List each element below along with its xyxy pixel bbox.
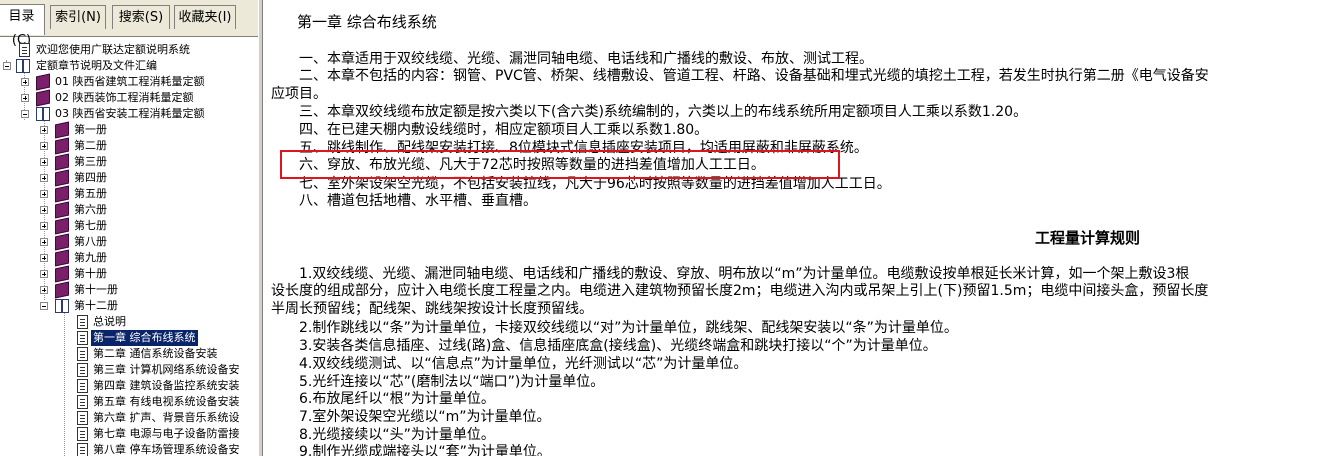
tree-item-volume-10[interactable]: 第十册	[0, 265, 258, 283]
content-pane: 第一章 综合布线系统 一、本章适用于双绞线缆、光缆、漏泄同轴电缆、电话线和广播线…	[263, 0, 1323, 456]
note-line: 一、本章适用于双绞线缆、光缆、漏泄同轴电缆、电话线和广播线的敷设、布放、测试工程…	[299, 51, 873, 67]
collapse-icon[interactable]	[3, 62, 11, 70]
expand-icon[interactable]	[40, 142, 48, 150]
tree-item-volume-4[interactable]: 第四册	[0, 169, 258, 187]
tree-item-02[interactable]: 02 陕西装饰工程消耗量定额	[0, 89, 258, 107]
closed-book-icon	[55, 185, 69, 203]
document-icon	[77, 363, 88, 377]
tab-favorites[interactable]: 收藏夹(I)	[174, 5, 236, 29]
document-icon	[77, 315, 88, 329]
rule-line: 2.制作跳线以“条”为计量单位，卡接双绞线缆以“对”为计量单位，跳线架、配线架安…	[299, 320, 958, 336]
rule-line: 6.布放尾纤以“根”为计量单位。	[299, 391, 495, 407]
navigation-pane: 目录(C) 索引(N) 搜索(S) 收藏夹(I) 欢迎您使用广联达定额说明系统 …	[0, 0, 258, 456]
tree-item-01[interactable]: 01 陕西省建筑工程消耗量定额	[0, 73, 258, 91]
tree-item-volume-12[interactable]: 第十二册	[0, 298, 258, 314]
expand-icon[interactable]	[40, 190, 48, 198]
expand-icon[interactable]	[40, 158, 48, 166]
document-icon	[77, 443, 88, 456]
tree-item-chapter-7[interactable]: 第七章 电源与电子设备防雷接	[0, 426, 258, 442]
closed-book-icon	[36, 73, 50, 91]
tree-item-volume-1[interactable]: 第一册	[0, 121, 258, 139]
open-book-icon	[55, 299, 69, 313]
expand-icon[interactable]	[21, 78, 29, 86]
closed-book-icon	[55, 169, 69, 187]
expand-icon[interactable]	[40, 286, 48, 294]
note-line: 应项目。	[271, 86, 327, 102]
note-line: 二、本章不包括的内容：钢管、PVC管、桥架、线槽敷设、管道工程、杆路、设备基础和…	[299, 68, 1209, 84]
tree-item-volume-7[interactable]: 第七册	[0, 217, 258, 235]
chapter-title: 第一章 综合布线系统	[297, 13, 437, 31]
tree-item-general-notes[interactable]: 总说明	[0, 314, 258, 330]
tree-item-volume-6[interactable]: 第六册	[0, 201, 258, 219]
rule-line: 1.双绞线缆、光缆、漏泄同轴电缆、电话线和广播线的敷设、穿放、明布放以“m”为计…	[299, 266, 1190, 282]
document-icon	[77, 331, 88, 345]
expand-icon[interactable]	[40, 174, 48, 182]
tree-item-volume-9[interactable]: 第九册	[0, 249, 258, 267]
rules-title: 工程量计算规则	[1035, 229, 1141, 247]
document-icon	[77, 395, 88, 409]
note-line: 八、槽道包括地槽、水平槽、垂直槽。	[299, 193, 537, 209]
collapse-icon[interactable]	[21, 110, 29, 118]
expand-icon[interactable]	[40, 238, 48, 246]
open-book-icon	[36, 107, 50, 121]
closed-book-icon	[55, 153, 69, 171]
tree-item-volume-3[interactable]: 第三册	[0, 153, 258, 171]
expand-icon[interactable]	[40, 206, 48, 214]
rule-line: 设长度的组成部分，应计入电缆长度工程量之内。电缆进入建筑物预留长度2m；电缆进入…	[271, 283, 1209, 299]
tab-bar: 目录(C) 索引(N) 搜索(S) 收藏夹(I)	[0, 0, 258, 48]
tree-item-chapter-6[interactable]: 第六章 扩声、背景音乐系统设	[0, 410, 258, 426]
document-icon	[77, 347, 88, 361]
tree-item-volume-11[interactable]: 第十一册	[0, 281, 258, 299]
expand-icon[interactable]	[40, 254, 48, 262]
tree-item-chapter-3[interactable]: 第三章 计算机网络系统设备安	[0, 362, 258, 378]
note-line: 四、在已建天棚内敷设线缆时，相应定额项目人工乘以系数1.80。	[299, 122, 709, 138]
tree-item-chapter-1-selected[interactable]: 第一章 综合布线系统	[0, 330, 258, 346]
expand-icon[interactable]	[40, 126, 48, 134]
red-highlight-box	[280, 150, 840, 179]
tab-index[interactable]: 索引(N)	[50, 5, 106, 29]
expand-icon[interactable]	[40, 222, 48, 230]
tree-item-03[interactable]: 03 陕西省安装工程消耗量定额	[0, 106, 258, 122]
rule-line: 4.双绞线缆测试、以“信息点”为计量单位，光纤测试以“芯”为计量单位。	[299, 356, 748, 372]
expand-icon[interactable]	[40, 270, 48, 278]
tree-item-welcome[interactable]: 欢迎您使用广联达定额说明系统	[0, 42, 258, 58]
rule-line: 9.制作光缆成端接头以“套”为计量单位。	[299, 444, 551, 456]
document-icon	[77, 427, 88, 441]
note-line: 三、本章双绞线缆布放定额是按六类以下(含六类)系统编制的，六类以上的布线系统所用…	[299, 104, 1028, 120]
tree-item-chapter-2[interactable]: 第二章 通信系统设备安装	[0, 346, 258, 362]
closed-book-icon	[36, 89, 50, 107]
tree-item-chapter-notes[interactable]: 定额章节说明及文件汇编	[0, 58, 258, 74]
closed-book-icon	[55, 121, 69, 139]
rule-line: 3.安装各类信息插座、过线(路)盒、信息插座底盒(接线盒)、光缆终端盒和跳块打接…	[299, 338, 937, 354]
rule-line: 半周长预留线；配线架、跳线架按设计长度预留线。	[271, 301, 593, 317]
contents-tree[interactable]: 欢迎您使用广联达定额说明系统 定额章节说明及文件汇编 01 陕西省建筑工程消耗量…	[0, 40, 258, 456]
closed-book-icon	[55, 249, 69, 267]
closed-book-icon	[55, 217, 69, 235]
closed-book-icon	[55, 201, 69, 219]
rule-line: 5.光纤连接以“芯”(磨制法以“端口”)为计量单位。	[299, 374, 605, 390]
tree-item-chapter-5[interactable]: 第五章 有线电视系统设备安装	[0, 394, 258, 410]
tab-contents[interactable]: 目录(C)	[0, 4, 45, 48]
tree-item-volume-2[interactable]: 第二册	[0, 137, 258, 155]
tree-item-chapter-4[interactable]: 第四章 建筑设备监控系统安装	[0, 378, 258, 394]
closed-book-icon	[55, 281, 69, 299]
tree-item-chapter-8[interactable]: 第八章 停车场管理系统设备安	[0, 442, 258, 456]
closed-book-icon	[55, 265, 69, 283]
expand-icon[interactable]	[21, 94, 29, 102]
open-book-icon	[16, 59, 30, 73]
collapse-icon[interactable]	[40, 302, 48, 310]
tab-search[interactable]: 搜索(S)	[112, 5, 170, 29]
document-icon	[77, 411, 88, 425]
rule-line: 7.室外架设架空光缆以“m”为计量单位。	[299, 409, 551, 425]
document-icon	[19, 43, 30, 57]
document-icon	[77, 379, 88, 393]
rule-line: 8.光缆接续以“头”为计量单位。	[299, 427, 495, 443]
closed-book-icon	[55, 137, 69, 155]
tree-item-volume-5[interactable]: 第五册	[0, 185, 258, 203]
tree-item-volume-8[interactable]: 第八册	[0, 233, 258, 251]
closed-book-icon	[55, 233, 69, 251]
